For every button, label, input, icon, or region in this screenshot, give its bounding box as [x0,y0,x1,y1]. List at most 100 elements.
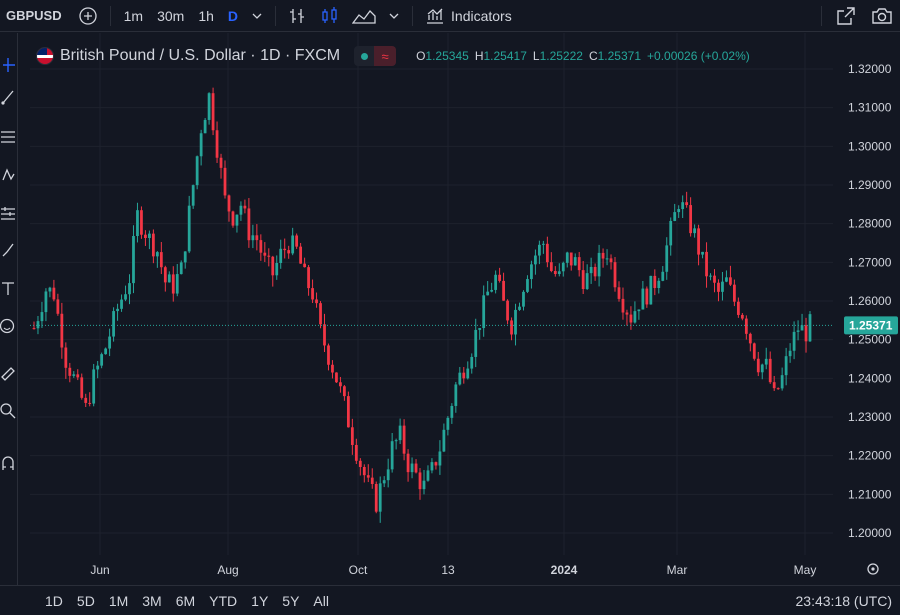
candle-body [362,466,366,476]
timeframe-1h[interactable]: 1h [191,3,221,29]
chart-legend: British Pound / U.S. Dollar · 1D · FXCM … [36,44,750,68]
indicators-button[interactable]: Indicators [419,3,518,29]
candle-body [167,274,171,283]
candle-body [299,246,303,264]
compare-symbol-button[interactable] [72,3,104,29]
fib-tool[interactable] [0,125,16,149]
candle-body [303,263,306,268]
x-tick-label: 2024 [551,563,578,577]
range-3m[interactable]: 3M [135,593,168,609]
candle-body [709,275,712,277]
candle-body [597,252,601,277]
candle-body [386,469,390,481]
candle-body [526,279,529,292]
candle-body [144,234,147,239]
candle-body [124,294,127,300]
candle-body [350,427,354,445]
timeframe-1m[interactable]: 1m [117,3,150,29]
range-ytd[interactable]: YTD [202,593,244,609]
utc-clock[interactable]: 23:43:18 (UTC) [796,593,892,609]
snapshot-button[interactable] [864,3,900,29]
candle-body [72,374,76,376]
open-in-new-button[interactable] [828,3,864,29]
range-6m[interactable]: 6M [169,593,202,609]
y-tick-label: 1.24000 [848,371,892,385]
candle-body [96,365,100,370]
candle-body [617,287,621,299]
trend-line-icon [1,90,14,105]
candle-body [283,248,287,251]
zoom-tool[interactable] [0,399,16,423]
candle-body [311,288,314,300]
candle-body [653,275,657,289]
y-tick-label: 1.20000 [848,526,892,540]
candle-body [538,244,541,256]
crosshair-icon [3,58,15,72]
last-price-label: 1.25371 [844,316,898,335]
bottom-toolbar: 1D 5D 1M 3M 6M YTD 1Y 5Y All 23:43:18 (U… [0,585,900,615]
text-tool[interactable] [0,276,16,300]
area-style-button[interactable] [346,3,382,29]
candle-body [514,309,517,335]
magnet-tool[interactable] [0,451,16,475]
candle-body [191,185,195,206]
emoji-tool[interactable] [0,314,16,338]
chart-type-dropdown[interactable] [382,3,406,29]
range-1y[interactable]: 1Y [244,593,275,609]
candle-body [673,212,677,221]
candle-body [382,480,386,484]
price-axis[interactable]: 1.32000 1.31000 1.30000 1.29000 1.28000 1.270… [848,62,892,540]
range-1d[interactable]: 1D [38,593,70,609]
candle-body [183,251,187,263]
timeframe-dropdown[interactable] [245,3,269,29]
candle-body [549,262,553,271]
candle-body [502,280,505,301]
range-all[interactable]: All [306,593,336,609]
legend-title[interactable]: British Pound / U.S. Dollar · 1D · FXCM [60,47,340,65]
candle-body [506,300,509,321]
brush-tool[interactable] [0,238,16,262]
projection-tool[interactable] [0,201,16,225]
y-tick-label: 1.23000 [848,410,892,424]
timeframe-30m[interactable]: 30m [150,3,191,29]
pattern-tool[interactable] [0,163,16,187]
candle-body [760,364,764,373]
text-icon [2,282,14,295]
candle-body [343,386,346,397]
bar-style-button[interactable] [282,3,314,29]
price-chart[interactable]: 1.32000 1.31000 1.30000 1.29000 1.28000 1.270… [18,33,900,585]
plus-circle-icon [78,6,97,25]
range-5y[interactable]: 5Y [275,593,306,609]
high-value: 1.25417 [483,49,527,63]
candlestick-series [32,87,812,523]
candle-body [76,374,80,378]
candle-body [740,314,744,319]
timeframe-d[interactable]: D [221,3,245,29]
candle-style-button[interactable] [314,3,346,29]
ruler-tool[interactable] [0,361,16,385]
trend-line-tool[interactable] [0,85,16,109]
candle-body [717,282,720,292]
candle-body [60,313,64,348]
candle-body [438,451,442,466]
candle-body [366,475,370,478]
range-1m[interactable]: 1M [102,593,135,609]
axis-settings-button[interactable] [867,563,879,575]
drawing-toolbar [0,33,18,585]
time-axis[interactable]: Jun Aug Oct 13 2024 Mar May [90,563,816,577]
candle-body [339,382,342,387]
market-status[interactable]: ≈ [354,46,397,66]
close-key: C [588,49,598,63]
candle-body [56,299,60,314]
candle-body [474,329,478,357]
range-5d[interactable]: 5D [70,593,102,609]
crosshair-tool[interactable] [0,53,16,77]
candle-body [155,252,159,257]
candle-body [557,271,561,275]
candle-body [541,243,545,245]
candle-body [772,382,776,389]
symbol-search-button[interactable]: GBPUSD [0,8,72,23]
candle-body [669,220,673,246]
candle-body [748,333,752,344]
candle-body [577,257,581,271]
